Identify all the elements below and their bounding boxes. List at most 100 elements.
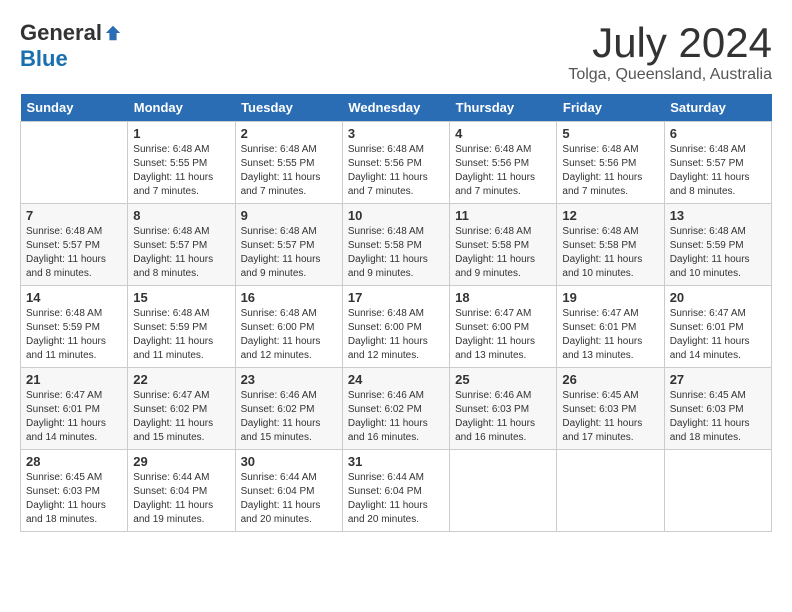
day-number: 31	[348, 454, 444, 469]
calendar-cell: 27 Sunrise: 6:45 AMSunset: 6:03 PMDayligh…	[664, 368, 771, 450]
day-number: 15	[133, 290, 229, 305]
calendar-cell: 13 Sunrise: 6:48 AMSunset: 5:59 PMDayligh…	[664, 204, 771, 286]
calendar-cell	[450, 450, 557, 532]
day-info: Sunrise: 6:48 AMSunset: 6:00 PMDaylight:…	[241, 307, 337, 363]
day-number: 7	[26, 208, 122, 223]
day-number: 29	[133, 454, 229, 469]
page-header: General Blue July 2024 Tolga, Queensland…	[20, 20, 772, 84]
day-number: 30	[241, 454, 337, 469]
day-number: 22	[133, 372, 229, 387]
calendar-header-thursday: Thursday	[450, 94, 557, 122]
day-info: Sunrise: 6:45 AMSunset: 6:03 PMDaylight:…	[562, 389, 658, 445]
day-number: 14	[26, 290, 122, 305]
day-info: Sunrise: 6:47 AMSunset: 6:01 PMDaylight:…	[562, 307, 658, 363]
day-number: 27	[670, 372, 766, 387]
day-info: Sunrise: 6:48 AMSunset: 5:57 PMDaylight:…	[133, 225, 229, 281]
calendar-cell: 12 Sunrise: 6:48 AMSunset: 5:58 PMDayligh…	[557, 204, 664, 286]
day-number: 4	[455, 126, 551, 141]
calendar-cell: 11Sunrise: 6:48 AMSunset: 5:58 PMDayligh…	[450, 204, 557, 286]
day-info: Sunrise: 6:47 AMSunset: 6:01 PMDaylight:…	[26, 389, 122, 445]
day-number: 25	[455, 372, 551, 387]
day-info: Sunrise: 6:47 AMSunset: 6:01 PMDaylight:…	[670, 307, 766, 363]
calendar-cell: 9 Sunrise: 6:48 AMSunset: 5:57 PMDaylight…	[235, 204, 342, 286]
calendar-week-row: 1Sunrise: 6:48 AMSunset: 5:55 PMDaylight…	[21, 122, 772, 204]
day-info: Sunrise: 6:48 AMSunset: 5:57 PMDaylight:…	[241, 225, 337, 281]
day-info: Sunrise: 6:48 AMSunset: 5:57 PMDaylight:…	[26, 225, 122, 281]
day-number: 21	[26, 372, 122, 387]
calendar-cell: 18Sunrise: 6:47 AMSunset: 6:00 PMDayligh…	[450, 286, 557, 368]
day-number: 13	[670, 208, 766, 223]
day-info: Sunrise: 6:48 AMSunset: 5:59 PMDaylight:…	[670, 225, 766, 281]
day-info: Sunrise: 6:45 AMSunset: 6:03 PMDaylight:…	[670, 389, 766, 445]
day-number: 11	[455, 208, 551, 223]
day-info: Sunrise: 6:48 AMSunset: 5:59 PMDaylight:…	[26, 307, 122, 363]
day-info: Sunrise: 6:48 AMSunset: 5:56 PMDaylight:…	[455, 143, 551, 199]
calendar-week-row: 21 Sunrise: 6:47 AMSunset: 6:01 PMDayligh…	[21, 368, 772, 450]
day-number: 12	[562, 208, 658, 223]
calendar-cell: 28Sunrise: 6:45 AMSunset: 6:03 PMDayligh…	[21, 450, 128, 532]
calendar-cell: 1Sunrise: 6:48 AMSunset: 5:55 PMDaylight…	[128, 122, 235, 204]
day-number: 19	[562, 290, 658, 305]
calendar-cell: 29 Sunrise: 6:44 AMSunset: 6:04 PMDayligh…	[128, 450, 235, 532]
calendar-cell: 25 Sunrise: 6:46 AMSunset: 6:03 PMDayligh…	[450, 368, 557, 450]
month-title: July 2024	[568, 20, 772, 66]
day-number: 24	[348, 372, 444, 387]
logo: General Blue	[20, 20, 122, 72]
calendar-cell	[21, 122, 128, 204]
day-info: Sunrise: 6:48 AMSunset: 5:56 PMDaylight:…	[562, 143, 658, 199]
calendar-header-saturday: Saturday	[664, 94, 771, 122]
day-number: 23	[241, 372, 337, 387]
day-number: 26	[562, 372, 658, 387]
calendar-header-friday: Friday	[557, 94, 664, 122]
calendar-cell: 5 Sunrise: 6:48 AMSunset: 5:56 PMDaylight…	[557, 122, 664, 204]
calendar-cell	[557, 450, 664, 532]
calendar-week-row: 7 Sunrise: 6:48 AMSunset: 5:57 PMDaylight…	[21, 204, 772, 286]
day-info: Sunrise: 6:48 AMSunset: 5:57 PMDaylight:…	[670, 143, 766, 199]
day-number: 20	[670, 290, 766, 305]
logo-general-text: General	[20, 20, 102, 46]
day-info: Sunrise: 6:48 AMSunset: 5:58 PMDaylight:…	[562, 225, 658, 281]
day-number: 18	[455, 290, 551, 305]
calendar-cell: 4 Sunrise: 6:48 AMSunset: 5:56 PMDaylight…	[450, 122, 557, 204]
day-info: Sunrise: 6:48 AMSunset: 5:59 PMDaylight:…	[133, 307, 229, 363]
calendar-cell: 19 Sunrise: 6:47 AMSunset: 6:01 PMDayligh…	[557, 286, 664, 368]
calendar-cell: 30Sunrise: 6:44 AMSunset: 6:04 PMDayligh…	[235, 450, 342, 532]
day-number: 9	[241, 208, 337, 223]
calendar-cell: 7 Sunrise: 6:48 AMSunset: 5:57 PMDaylight…	[21, 204, 128, 286]
calendar-cell: 16Sunrise: 6:48 AMSunset: 6:00 PMDayligh…	[235, 286, 342, 368]
calendar-header-row: SundayMondayTuesdayWednesdayThursdayFrid…	[21, 94, 772, 122]
day-info: Sunrise: 6:46 AMSunset: 6:03 PMDaylight:…	[455, 389, 551, 445]
calendar-cell: 20 Sunrise: 6:47 AMSunset: 6:01 PMDayligh…	[664, 286, 771, 368]
day-number: 2	[241, 126, 337, 141]
calendar-cell: 23 Sunrise: 6:46 AMSunset: 6:02 PMDayligh…	[235, 368, 342, 450]
day-info: Sunrise: 6:44 AMSunset: 6:04 PMDaylight:…	[133, 471, 229, 527]
calendar-week-row: 14 Sunrise: 6:48 AMSunset: 5:59 PMDayligh…	[21, 286, 772, 368]
day-info: Sunrise: 6:48 AMSunset: 6:00 PMDaylight:…	[348, 307, 444, 363]
day-number: 10	[348, 208, 444, 223]
day-number: 8	[133, 208, 229, 223]
calendar-cell: 26 Sunrise: 6:45 AMSunset: 6:03 PMDayligh…	[557, 368, 664, 450]
logo-blue-text: Blue	[20, 46, 68, 72]
calendar-header-wednesday: Wednesday	[342, 94, 449, 122]
day-info: Sunrise: 6:48 AMSunset: 5:58 PMDaylight:…	[348, 225, 444, 281]
title-area: July 2024 Tolga, Queensland, Australia	[568, 20, 772, 84]
calendar-cell: 22 Sunrise: 6:47 AMSunset: 6:02 PMDayligh…	[128, 368, 235, 450]
day-info: Sunrise: 6:46 AMSunset: 6:02 PMDaylight:…	[348, 389, 444, 445]
calendar-cell: 24 Sunrise: 6:46 AMSunset: 6:02 PMDayligh…	[342, 368, 449, 450]
location-title: Tolga, Queensland, Australia	[568, 66, 772, 84]
day-info: Sunrise: 6:46 AMSunset: 6:02 PMDaylight:…	[241, 389, 337, 445]
day-info: Sunrise: 6:48 AMSunset: 5:55 PMDaylight:…	[241, 143, 337, 199]
calendar-cell: 21 Sunrise: 6:47 AMSunset: 6:01 PMDayligh…	[21, 368, 128, 450]
calendar-week-row: 28Sunrise: 6:45 AMSunset: 6:03 PMDayligh…	[21, 450, 772, 532]
day-number: 17	[348, 290, 444, 305]
calendar-header-monday: Monday	[128, 94, 235, 122]
calendar-header-sunday: Sunday	[21, 94, 128, 122]
calendar-cell: 15 Sunrise: 6:48 AMSunset: 5:59 PMDayligh…	[128, 286, 235, 368]
day-info: Sunrise: 6:47 AMSunset: 6:02 PMDaylight:…	[133, 389, 229, 445]
calendar-cell: 14 Sunrise: 6:48 AMSunset: 5:59 PMDayligh…	[21, 286, 128, 368]
calendar-cell: 31Sunrise: 6:44 AMSunset: 6:04 PMDayligh…	[342, 450, 449, 532]
day-number: 6	[670, 126, 766, 141]
calendar-cell: 6 Sunrise: 6:48 AMSunset: 5:57 PMDaylight…	[664, 122, 771, 204]
day-number: 5	[562, 126, 658, 141]
day-info: Sunrise: 6:48 AMSunset: 5:56 PMDaylight:…	[348, 143, 444, 199]
